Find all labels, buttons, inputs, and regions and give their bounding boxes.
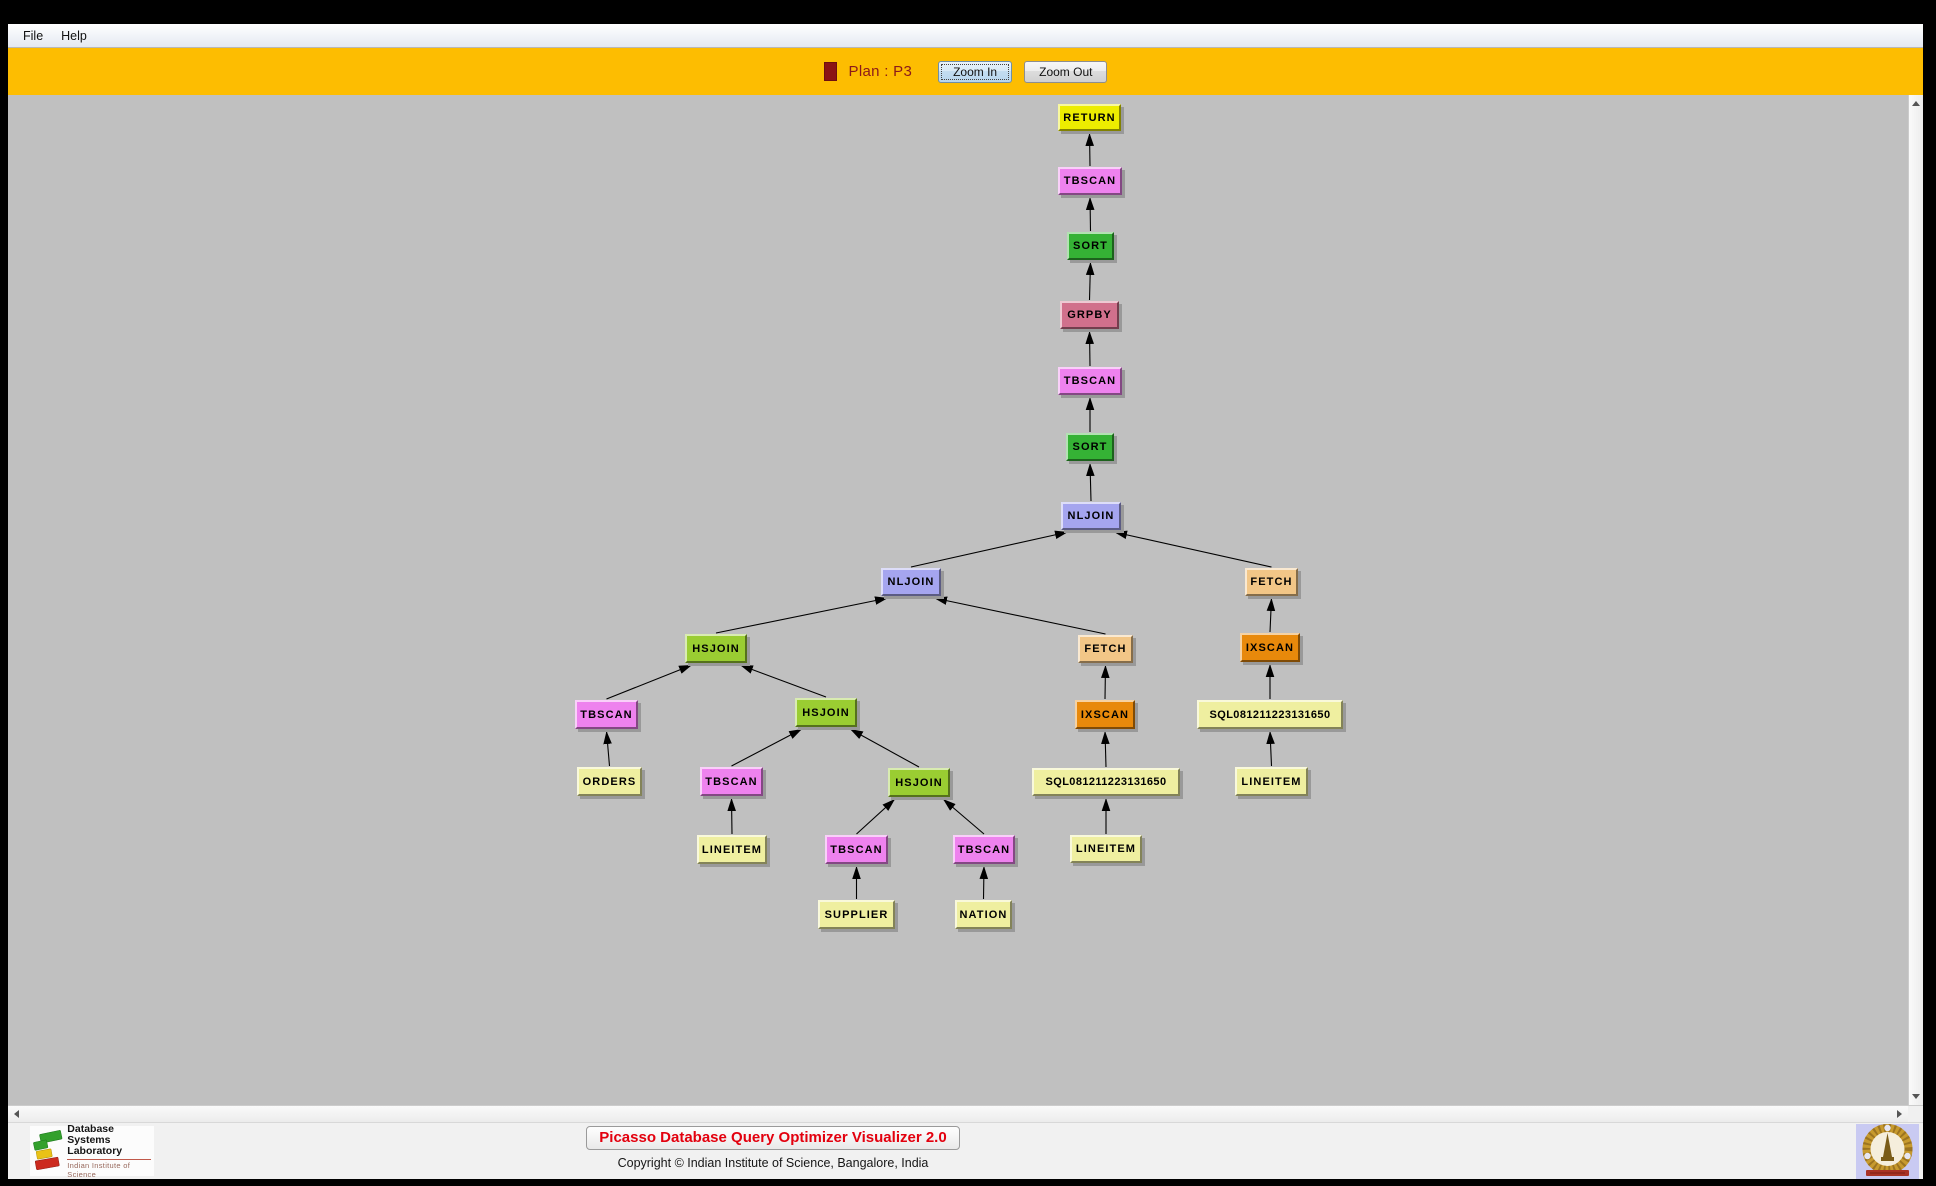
footer-center: Picasso Database Query Optimizer Visuali… (8, 1126, 1538, 1170)
plan-edge-tbscan3-hsjoin1 (606, 664, 693, 700)
plan-node-fetch_r[interactable]: FETCH (1245, 568, 1298, 596)
plan-node-sort2[interactable]: SORT (1066, 433, 1114, 461)
plan-node-nation[interactable]: NATION (955, 900, 1012, 929)
plan-node-grpby[interactable]: GRPBY (1060, 301, 1119, 329)
zoom-in-button[interactable]: Zoom In (938, 60, 1013, 83)
plan-node-nljoin2[interactable]: NLJOIN (881, 568, 941, 596)
plan-edge-sql_m-ixscan_m (1101, 730, 1110, 768)
plan-edge-tbscan5-hsjoin3 (856, 798, 896, 835)
plan-node-tbscan5[interactable]: TBSCAN (825, 835, 888, 864)
plan-node-tbscan1[interactable]: TBSCAN (1058, 167, 1122, 195)
plan-edge-sort1-tbscan1 (1085, 196, 1095, 232)
plan-edge-grpby-sort1 (1085, 261, 1095, 301)
plan-edge-nljoin1-sort2 (1086, 462, 1095, 502)
plan-edge-tbscan2-grpby (1085, 330, 1094, 367)
plan-edge-tbscan4-hsjoin2 (731, 728, 803, 767)
plan-node-tbscan2[interactable]: TBSCAN (1058, 367, 1122, 395)
plan-node-ixscan_m[interactable]: IXSCAN (1075, 700, 1135, 729)
plan-edge-ixscan_r-fetch_r (1266, 597, 1276, 633)
plan-label: Plan : P3 (848, 63, 913, 80)
scroll-left-icon[interactable] (14, 1110, 19, 1118)
footer: Database Systems Laboratory Indian Insti… (8, 1122, 1923, 1179)
plan-edge-fetch_m-nljoin2 (933, 596, 1106, 635)
scroll-up-icon[interactable] (1912, 101, 1920, 106)
canvas-row: RETURN TBSCAN SORT GRPBY TBSCAN SORT NLJOIN NLJ… (8, 95, 1923, 1105)
plan-legend-swatch (823, 62, 837, 81)
plan-node-nljoin1[interactable]: NLJOIN (1061, 502, 1121, 530)
iisc-seal-icon (1862, 1124, 1913, 1176)
menu-bar: File Help (8, 24, 1923, 48)
plan-node-supplier[interactable]: SUPPLIER (818, 900, 895, 929)
horizontal-scrollbar[interactable] (8, 1105, 1908, 1122)
plan-edges (603, 132, 1276, 900)
hscroll-row (8, 1105, 1923, 1122)
plan-edge-orders-tbscan3 (603, 730, 612, 767)
plan-node-tbscan3[interactable]: TBSCAN (575, 700, 638, 729)
menu-file[interactable]: File (14, 26, 52, 46)
plan-edge-hsjoin1-nljoin2 (715, 596, 889, 634)
plan-canvas: RETURN TBSCAN SORT GRPBY TBSCAN SORT NLJOIN NLJ… (8, 95, 1908, 1105)
app-title-box: Picasso Database Query Optimizer Visuali… (586, 1126, 960, 1150)
plan-edge-lineitem_l-tbscan4 (727, 797, 736, 835)
toolbar: Plan : P3 Zoom In Zoom Out (8, 48, 1923, 95)
plan-node-orders[interactable]: ORDERS (577, 767, 642, 796)
plan-node-ixscan_r[interactable]: IXSCAN (1240, 633, 1300, 662)
plan-node-lineitem_l[interactable]: LINEITEM (697, 835, 767, 864)
plan-node-sort1[interactable]: SORT (1067, 232, 1114, 260)
scrollbar-corner (1908, 1105, 1923, 1122)
plan-edge-nation-tbscan6 (979, 865, 989, 900)
plan-node-lineitem_r[interactable]: LINEITEM (1235, 767, 1308, 796)
plan-edge-hsjoin2-hsjoin1 (739, 664, 827, 698)
plan-edge-nljoin2-nljoin1 (910, 530, 1069, 568)
plan-edge-tbscan1-return (1085, 132, 1094, 167)
app-title: Picasso Database Query Optimizer Visuali… (599, 1129, 947, 1146)
plan-node-return[interactable]: RETURN (1058, 104, 1121, 131)
plan-edge-fetch_r-nljoin1 (1113, 530, 1272, 568)
app-window: File Help Plan : P3 Zoom In Zoom Out RET… (8, 24, 1923, 1179)
plan-edge-hsjoin3-hsjoin2 (849, 728, 920, 768)
zoom-out-button[interactable]: Zoom Out (1024, 60, 1108, 83)
plan-node-fetch_m[interactable]: FETCH (1078, 635, 1133, 663)
copyright-text: Copyright © Indian Institute of Science,… (617, 1156, 929, 1170)
vertical-scrollbar[interactable] (1908, 95, 1923, 1105)
menu-help[interactable]: Help (52, 26, 96, 46)
plan-edge-tbscan6-hsjoin3 (942, 798, 985, 835)
plan-node-sql_m[interactable]: SQL081211223131650 (1032, 768, 1180, 796)
scroll-down-icon[interactable] (1912, 1094, 1920, 1099)
plan-node-hsjoin2[interactable]: HSJOIN (795, 698, 857, 727)
plan-node-lineitem_m[interactable]: LINEITEM (1070, 835, 1142, 863)
plan-edge-ixscan_m-fetch_m (1101, 664, 1110, 700)
plan-node-tbscan4[interactable]: TBSCAN (700, 767, 763, 796)
scroll-right-icon[interactable] (1897, 1110, 1902, 1118)
plan-node-hsjoin3[interactable]: HSJOIN (888, 768, 950, 797)
iisc-seal (1856, 1124, 1919, 1179)
plan-node-tbscan6[interactable]: TBSCAN (953, 835, 1015, 864)
plan-node-sql_r[interactable]: SQL081211223131650 (1197, 700, 1343, 729)
plan-node-hsjoin1[interactable]: HSJOIN (685, 634, 747, 663)
plan-edge-lineitem_r-sql_r (1266, 730, 1275, 767)
